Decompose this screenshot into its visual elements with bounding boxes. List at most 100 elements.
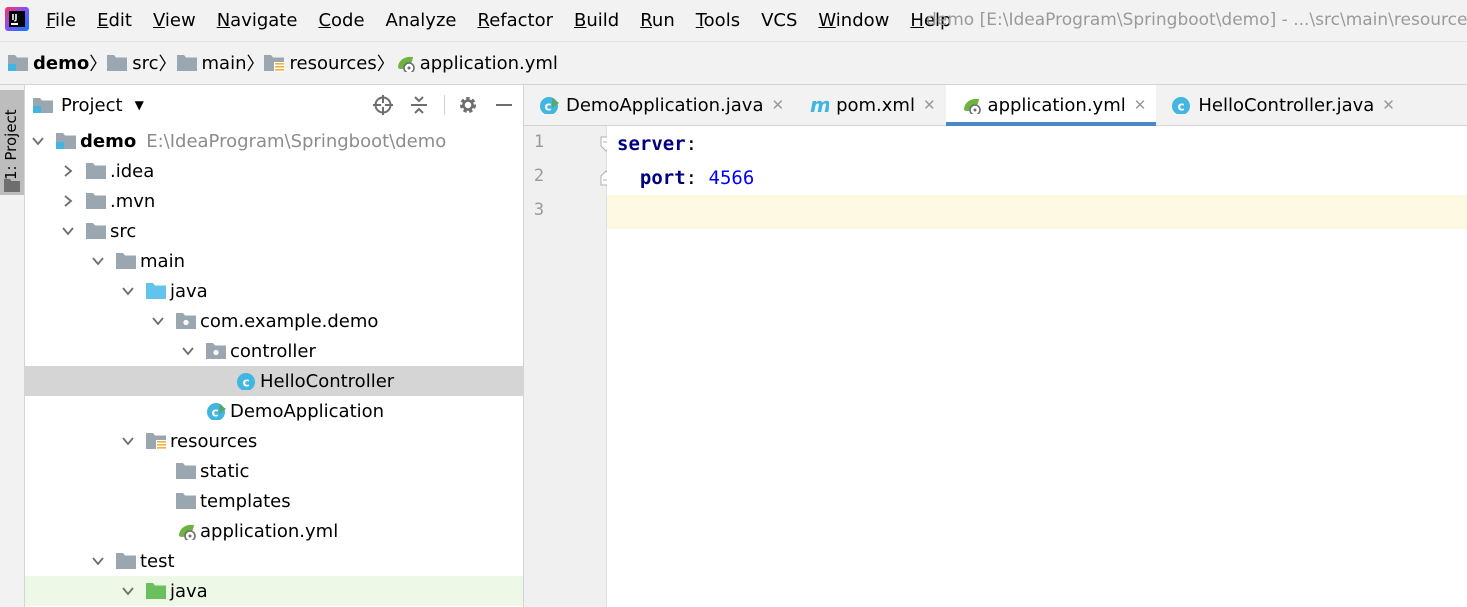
chevron-down-icon[interactable] [91,254,105,268]
tree-node-icon: c [235,370,257,392]
chevron-right-icon[interactable] [61,194,75,208]
breadcrumb-item[interactable]: demo [8,53,89,74]
tree-node-icon [175,520,197,542]
close-icon[interactable]: ✕ [772,96,785,114]
chevron-down-icon[interactable] [181,344,195,358]
code-line: server: [617,133,697,155]
code-line: port: 4566 [617,167,754,189]
locate-file-button[interactable] [370,92,396,118]
class-icon: c [1172,97,1191,114]
tree-node[interactable]: test [25,546,523,576]
menu-navigate[interactable]: Navigate [217,10,298,31]
tree-node[interactable]: demo E:\IdeaProgram\Springboot\demo [25,126,523,156]
tree-node-icon [175,310,197,332]
menu-tools[interactable]: Tools [696,10,740,31]
tree-node[interactable]: java [25,576,523,606]
spring-yml-icon [963,98,981,114]
project-view-title: Project [61,94,123,116]
yaml-separator: : [685,167,709,189]
chevron-down-icon[interactable] [121,584,135,598]
menu-view[interactable]: View [153,10,196,31]
module-folder-icon [56,133,76,149]
gear-icon [460,97,476,113]
resources-folder-icon [146,433,166,450]
settings-button[interactable] [455,92,481,118]
tree-node-label: .mvn [110,190,156,212]
test-folder-icon [146,583,166,599]
tree-node[interactable]: c DemoApplication [25,396,523,426]
project-tool-window-button[interactable]: 1: Project [0,90,24,195]
collapse-all-button[interactable] [406,92,432,118]
editor-tab[interactable]: application.yml ✕ [945,85,1157,126]
tree-node[interactable]: .idea [25,156,523,186]
tree-node-label: java [170,580,208,602]
tree-node-icon [175,460,197,482]
yaml-value: 4566 [708,167,755,189]
hide-panel-button[interactable] [491,92,517,118]
tree-node[interactable]: static [25,456,523,486]
breadcrumb-separator-icon: 〉 [158,54,177,75]
menu-run[interactable]: Run [640,10,675,31]
tree-node[interactable]: java [25,276,523,306]
close-icon[interactable]: ✕ [1382,96,1395,114]
close-icon[interactable]: ✕ [923,96,936,114]
tab-icon [960,94,982,116]
breadcrumb: demo 〉 src 〉 main 〉 resources 〉 application.yml [0,41,1467,85]
close-icon[interactable]: ✕ [1134,96,1147,114]
line-number: 3 [533,200,545,220]
tree-node-label: templates [200,490,291,512]
tree-node-icon [145,580,167,602]
menu-build[interactable]: Build [574,10,619,31]
folder-icon [116,553,136,569]
project-view-selector[interactable]: Project ▼ [33,95,144,116]
menu-file[interactable]: File [46,10,76,31]
editor-tab[interactable]: m pom.xml ✕ [794,85,945,125]
maven-icon: m [810,96,829,114]
module-folder-icon [8,55,28,71]
chevron-down-icon[interactable] [91,554,105,568]
editor-tabs: c DemoApplication.java ✕ m pom.xml ✕ applicati… [524,85,1467,126]
menu-analyze[interactable]: Analyze [386,10,457,31]
breadcrumb-item[interactable]: src [107,53,159,74]
tree-node[interactable]: .mvn [25,186,523,216]
menu-edit[interactable]: Edit [97,10,132,31]
chevron-down-icon[interactable] [151,314,165,328]
code-editor[interactable]: server: port: 4566 [607,126,1467,607]
chevron-down-icon[interactable] [31,134,45,148]
tree-node-icon [175,490,197,512]
tree-node-label: main [140,250,185,272]
tree-node[interactable]: templates [25,486,523,516]
chevron-down-icon: ▼ [134,98,144,112]
yaml-key: server [617,133,686,155]
tree-node[interactable]: controller [25,336,523,366]
chevron-down-icon[interactable] [61,224,75,238]
tool-window-stripe: 1: Project [0,85,25,607]
chevron-down-icon[interactable] [121,434,135,448]
tree-node[interactable]: src [25,216,523,246]
menu-vcs[interactable]: VCS [761,10,797,31]
menu-window[interactable]: Window [818,10,889,31]
breadcrumb-item[interactable]: application.yml [395,53,558,74]
tab-label: HelloController.java [1198,94,1375,116]
breadcrumb-item[interactable]: resources [264,53,377,74]
tree-node[interactable]: application.yml [25,516,523,546]
editor-tab[interactable]: c DemoApplication.java ✕ [524,85,794,125]
tree-node[interactable]: resources [25,426,523,456]
line-number: 1 [533,132,545,152]
window-title: demo [E:\IdeaProgram\Springboot\demo] - … [926,10,1467,30]
menu-refactor[interactable]: Refactor [477,10,553,31]
chevron-down-icon[interactable] [121,284,135,298]
tree-node-icon [205,340,227,362]
menu-code[interactable]: Code [318,10,364,31]
svg-text:IJ: IJ [12,13,18,22]
editor-tab[interactable]: c HelloController.java ✕ [1156,85,1405,125]
tree-node[interactable]: main [25,246,523,276]
tree-node[interactable]: c HelloController [25,366,523,396]
folder-icon [107,55,128,71]
tree-node[interactable]: com.example.demo [25,306,523,336]
tree-node-icon [85,190,107,212]
tree-node-icon [85,160,107,182]
chevron-right-icon[interactable] [61,164,75,178]
resources-folder-icon [264,55,285,72]
breadcrumb-item[interactable]: main [176,53,246,74]
